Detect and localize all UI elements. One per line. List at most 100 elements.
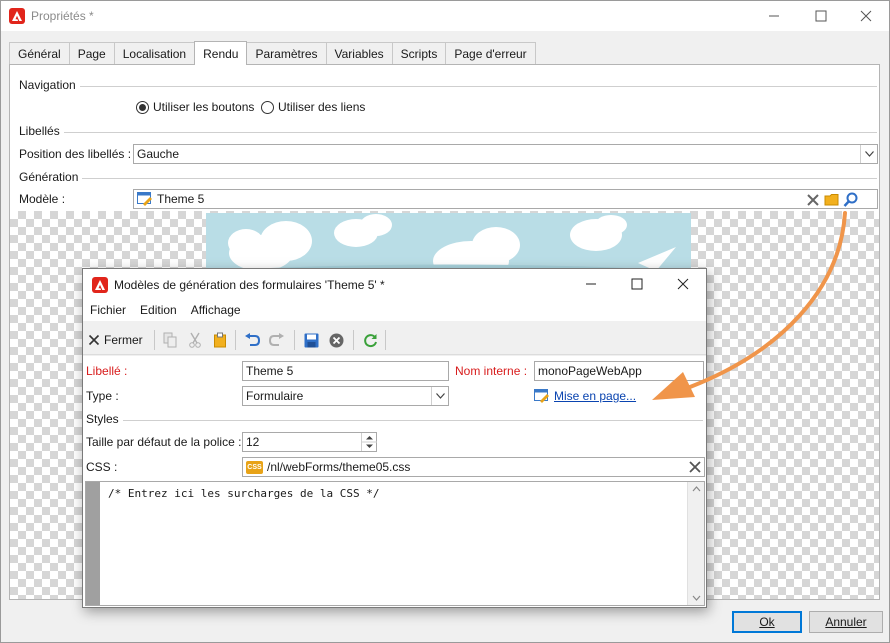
label-input[interactable]: Theme 5: [242, 361, 449, 381]
menu-edition[interactable]: Edition: [133, 303, 184, 317]
menu-fichier[interactable]: Fichier: [83, 303, 133, 317]
editor-scrollbar[interactable]: [687, 482, 704, 605]
redo-icon[interactable]: [268, 330, 286, 350]
font-size-stepper[interactable]: 12: [242, 432, 377, 452]
css-override-editor[interactable]: /* Entrez ici les surcharges de la CSS *…: [85, 481, 705, 606]
css-file-field[interactable]: CSS /nl/webForms/theme05.css: [242, 457, 705, 477]
cut-icon[interactable]: [186, 330, 204, 350]
tab-page-erreur[interactable]: Page d'erreur: [445, 42, 536, 64]
section-divider: [19, 132, 877, 133]
label-position-select[interactable]: Gauche: [133, 144, 878, 164]
close-window-button[interactable]: [843, 1, 889, 31]
toolbar-separator: [385, 330, 386, 350]
dialog-minimize-button[interactable]: [568, 269, 614, 299]
font-size-label: Taille par défaut de la police :: [86, 435, 242, 449]
section-divider: [19, 86, 877, 87]
toolbar-separator: [353, 330, 354, 350]
dialog-title-bar: Modèles de génération des formulaires 'T…: [83, 269, 706, 299]
close-icon: [88, 334, 100, 346]
copy-icon[interactable]: [161, 330, 179, 350]
section-labels-label: Libellés: [19, 124, 64, 138]
tab-variables[interactable]: Variables: [325, 42, 393, 64]
label-input-value: Theme 5: [246, 364, 294, 378]
section-navigation-label: Navigation: [19, 78, 80, 92]
css-file-icon: CSS: [246, 460, 263, 474]
section-generation-label: Génération: [19, 170, 83, 184]
label-position-label: Position des libellés :: [19, 147, 132, 161]
maximize-button[interactable]: [798, 1, 844, 31]
type-value: Formulaire: [246, 389, 304, 403]
dialog-menu-bar: Fichier Edition Affichage: [83, 299, 706, 321]
tab-strip: Général Page Localisation Rendu Paramètr…: [9, 41, 536, 65]
chevron-down-icon[interactable]: [860, 145, 877, 163]
title-bar: Propriétés *: [1, 1, 889, 31]
section-generation: Génération: [19, 170, 877, 184]
internal-name-value: monoPageWebApp: [538, 364, 642, 378]
folder-icon[interactable]: [824, 193, 840, 207]
adobe-app-icon: [92, 277, 108, 293]
tab-localisation[interactable]: Localisation: [113, 42, 196, 64]
clear-css-icon[interactable]: [689, 461, 701, 473]
ok-button[interactable]: Ok: [732, 611, 802, 633]
template-dialog: Modèles de génération des formulaires 'T…: [82, 268, 707, 608]
css-file-value: /nl/webForms/theme05.css: [267, 460, 411, 474]
radio-use-links[interactable]: Utiliser des liens: [261, 100, 365, 114]
template-label: Modèle :: [19, 192, 66, 206]
label-position-value: Gauche: [137, 147, 180, 161]
adobe-app-icon: [9, 8, 25, 24]
window-title: Propriétés *: [31, 9, 94, 23]
dialog-maximize-button[interactable]: [614, 269, 660, 299]
label-field-label: Libellé :: [86, 364, 128, 378]
template-field[interactable]: Theme 5: [133, 189, 878, 209]
editor-content: /* Entrez ici les surcharges de la CSS *…: [108, 487, 380, 500]
radio-checked-icon: [136, 100, 149, 114]
refresh-icon[interactable]: [361, 330, 379, 350]
tab-scripts[interactable]: Scripts: [391, 42, 447, 64]
section-styles: Styles: [86, 412, 703, 426]
close-dialog-button[interactable]: Fermer: [88, 330, 143, 350]
spin-buttons[interactable]: [361, 433, 377, 451]
dialog-toolbar: Fermer: [83, 325, 706, 355]
toolbar-separator: [154, 330, 155, 350]
internal-name-input[interactable]: monoPageWebApp: [534, 361, 704, 381]
section-navigation: Navigation: [19, 78, 877, 92]
radio-use-buttons-label: Utiliser les boutons: [153, 100, 255, 114]
section-divider: [19, 178, 877, 179]
clear-icon[interactable]: [806, 193, 820, 207]
scroll-arrows-icon: [692, 486, 701, 601]
radio-use-buttons[interactable]: Utiliser les boutons: [136, 100, 254, 114]
undo-icon[interactable]: [243, 330, 261, 350]
dialog-title: Modèles de génération des formulaires 'T…: [114, 278, 385, 292]
spin-arrows-icon: [362, 436, 377, 448]
toolbar-separator: [294, 330, 295, 350]
theme-preview-image: [206, 213, 691, 273]
layout-link[interactable]: Mise en page...: [534, 389, 636, 403]
tab-parametres[interactable]: Paramètres: [246, 42, 327, 64]
section-styles-label: Styles: [86, 412, 123, 426]
radio-unchecked-icon: [261, 100, 274, 114]
template-value: Theme 5: [157, 192, 205, 206]
ok-button-label: Ok: [759, 615, 775, 629]
toolbar-separator: [235, 330, 236, 350]
tab-rendu[interactable]: Rendu: [194, 41, 248, 65]
section-labels: Libellés: [19, 124, 877, 138]
minimize-button[interactable]: [751, 1, 797, 31]
dialog-close-button[interactable]: [660, 269, 706, 299]
cancel-button[interactable]: Annuler: [809, 611, 883, 633]
search-icon[interactable]: [843, 192, 858, 208]
type-select[interactable]: Formulaire: [242, 386, 449, 406]
tab-general[interactable]: Général: [9, 42, 70, 64]
radio-use-links-label: Utiliser des liens: [278, 100, 366, 114]
cancel-changes-icon[interactable]: [327, 330, 345, 350]
menu-affichage[interactable]: Affichage: [184, 303, 248, 317]
paste-icon[interactable]: [211, 330, 229, 350]
section-divider: [86, 420, 703, 421]
internal-name-label: Nom interne :: [455, 364, 528, 378]
editor-gutter: [86, 482, 100, 605]
tab-page[interactable]: Page: [68, 42, 115, 64]
save-icon[interactable]: [302, 330, 320, 350]
close-dialog-label: Fermer: [104, 333, 143, 347]
layout-edit-icon: [534, 389, 549, 403]
css-label: CSS :: [86, 460, 118, 474]
chevron-down-icon[interactable]: [431, 387, 448, 405]
